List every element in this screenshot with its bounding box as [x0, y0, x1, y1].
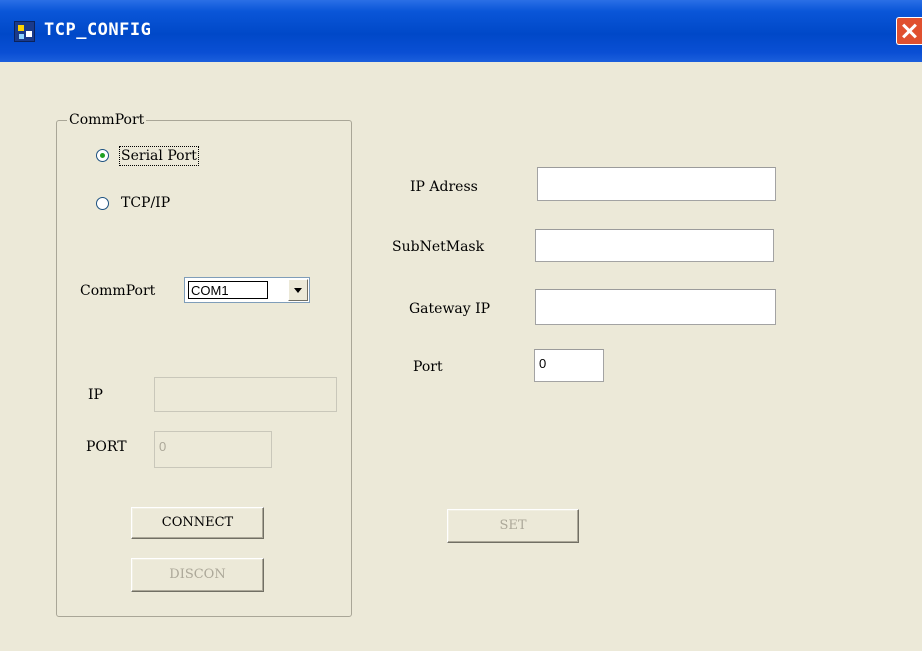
subnet-mask-label: SubNetMask — [392, 239, 485, 255]
port-input[interactable]: 0 — [154, 431, 272, 468]
network-port-label: Port — [413, 359, 443, 375]
ip-address-label: IP Adress — [410, 179, 478, 195]
discon-button[interactable]: DISCON — [131, 558, 264, 592]
commport-label: CommPort — [80, 283, 156, 299]
port-label: PORT — [86, 439, 127, 455]
app-icon — [14, 21, 35, 42]
window-title: TCP_CONFIG — [44, 20, 152, 40]
ip-input[interactable] — [154, 377, 337, 412]
title-bar: TCP_CONFIG — [0, 0, 922, 62]
network-port-input[interactable]: 0 — [534, 349, 604, 382]
commport-dropdown-button[interactable] — [288, 279, 308, 301]
radio-selected-dot — [100, 153, 105, 158]
tcpip-label[interactable]: TCP/IP — [121, 194, 170, 212]
serial-port-label[interactable]: Serial Port — [119, 146, 199, 166]
commport-groupbox — [56, 120, 352, 617]
commport-select[interactable]: COM1 — [184, 277, 310, 303]
set-button[interactable]: SET — [447, 509, 579, 543]
serial-port-radio[interactable] — [96, 149, 109, 162]
commport-select-value: COM1 — [188, 281, 268, 299]
subnet-mask-input[interactable] — [535, 229, 774, 262]
tcpip-radio[interactable] — [96, 197, 109, 210]
ip-address-input[interactable] — [537, 167, 776, 201]
connect-button[interactable]: CONNECT — [131, 507, 264, 539]
chevron-down-icon — [294, 288, 302, 293]
gateway-ip-input[interactable] — [535, 289, 776, 325]
gateway-ip-label: Gateway IP — [409, 301, 491, 317]
ip-label: IP — [88, 387, 103, 403]
commport-group-legend: CommPort — [67, 111, 147, 129]
close-button[interactable] — [896, 17, 922, 45]
